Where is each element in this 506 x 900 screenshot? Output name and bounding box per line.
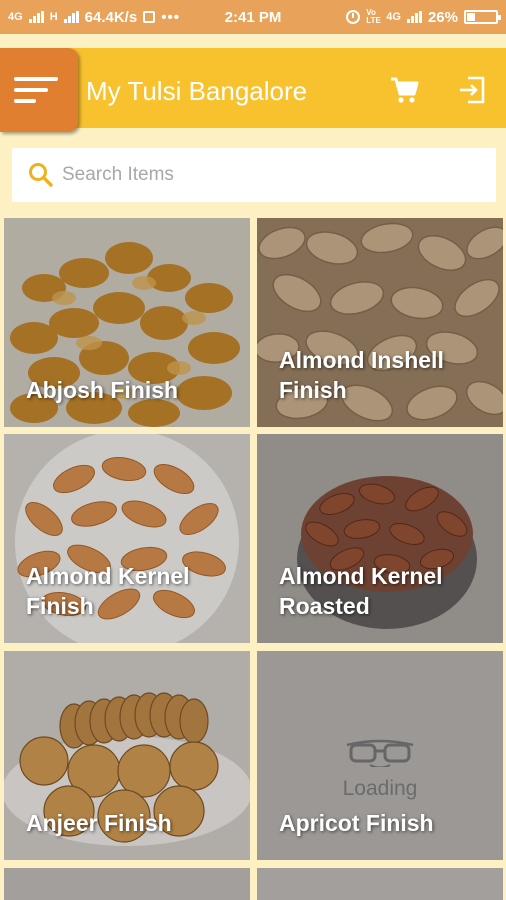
search-input[interactable] bbox=[60, 163, 464, 187]
signal-icon-3 bbox=[406, 11, 422, 23]
signal-icon bbox=[28, 11, 44, 23]
loading-glasses-icon bbox=[346, 739, 414, 767]
product-label: Anjeer Finish bbox=[26, 810, 172, 836]
battery-icon bbox=[464, 10, 501, 24]
product-tile-almond-kernel-roasted[interactable]: Almond Kernel Roasted bbox=[257, 434, 503, 643]
app-title: My Tulsi Bangalore bbox=[86, 76, 308, 106]
cart-button[interactable] bbox=[388, 74, 420, 106]
battery-percent: 26% bbox=[427, 8, 458, 26]
gallery-notification-icon bbox=[143, 11, 156, 23]
product-label: Almond Kernel Finish bbox=[26, 563, 190, 619]
product-tile-almond-kernel-finish[interactable]: Almond Kernel Finish bbox=[4, 434, 250, 643]
product-tile-apricot-finish[interactable]: Loading Apricot Finish bbox=[257, 651, 503, 860]
search-icon bbox=[29, 163, 53, 187]
network-type-right: 4G bbox=[386, 10, 401, 23]
product-tile-abjosh-finish[interactable]: Abjosh Finish bbox=[4, 218, 250, 427]
product-tile-anjeer-finish[interactable]: Anjeer Finish bbox=[4, 651, 250, 860]
product-label: Almond Inshell Finish bbox=[279, 347, 444, 403]
product-label: Abjosh Finish bbox=[26, 377, 179, 403]
hamburger-menu-icon bbox=[14, 77, 58, 81]
exit-icon bbox=[460, 76, 485, 104]
exit-button[interactable] bbox=[456, 74, 488, 106]
volte-indicator: Vo LTE bbox=[366, 8, 381, 25]
alarm-icon bbox=[346, 10, 361, 24]
product-tile-partial[interactable] bbox=[257, 868, 503, 900]
loading-text: Loading bbox=[342, 777, 418, 800]
network-type-h: H bbox=[49, 10, 58, 23]
product-tile-partial[interactable] bbox=[4, 868, 250, 900]
product-tile-almond-inshell-finish[interactable]: Almond Inshell Finish bbox=[257, 218, 503, 427]
status-bar: 4G H 64.4K/s ••• 2:41 PM Vo LTE 4G 26% bbox=[0, 0, 506, 34]
search-bar[interactable] bbox=[12, 148, 496, 202]
product-label: Almond Kernel Roasted bbox=[279, 563, 443, 619]
hamburger-menu-button[interactable] bbox=[0, 48, 78, 132]
product-label: Apricot Finish bbox=[279, 810, 434, 836]
more-notifications-icon: ••• bbox=[161, 8, 180, 26]
cart-icon bbox=[391, 77, 419, 103]
network-type-left: 4G bbox=[8, 10, 23, 23]
network-speed: 64.4K/s bbox=[84, 8, 138, 26]
signal-icon-2 bbox=[63, 11, 79, 23]
